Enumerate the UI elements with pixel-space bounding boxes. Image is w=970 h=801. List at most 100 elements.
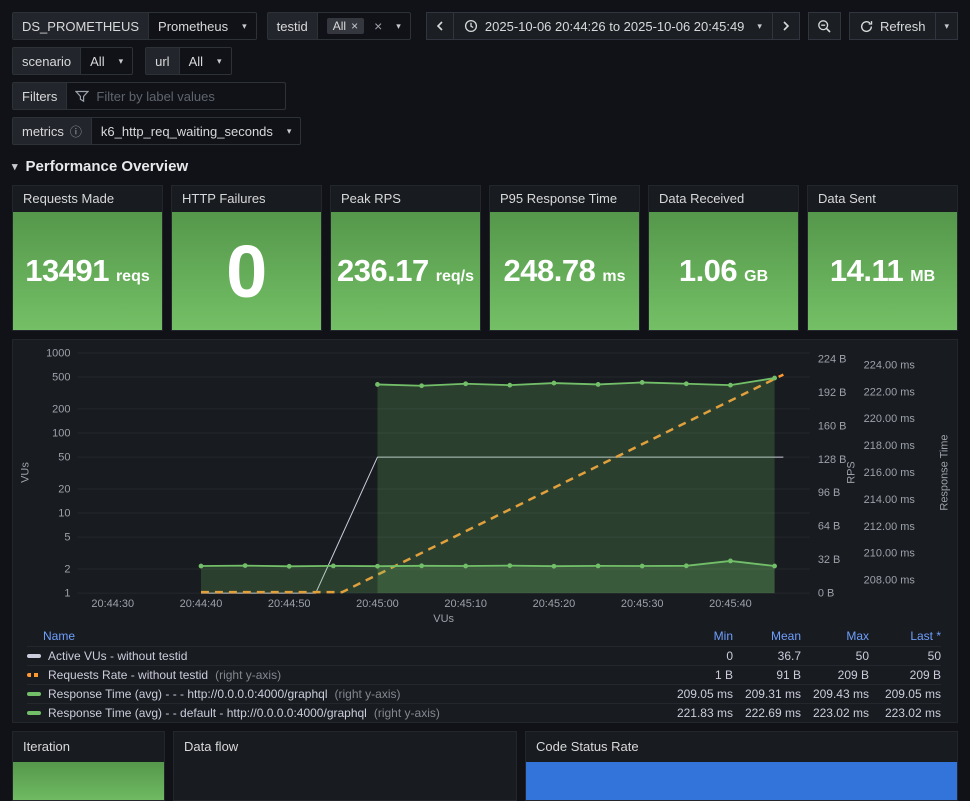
zoom-out-button[interactable] [807,12,841,40]
chevron-down-icon: ▾ [944,20,949,31]
metrics-label: metrics ⓘ [12,117,92,145]
legend-max: 209 B [837,668,869,682]
axis-tick-label: 20:45:10 [444,598,487,610]
axis-tick-label: 200 [52,403,70,415]
axis-tick-label: 128 B [818,454,847,466]
panel-title: Requests Made [23,191,115,206]
series-point [551,380,557,386]
legend-series-toggle[interactable]: Active VUs - without testid [27,649,669,663]
axis-tick-label: 192 B [818,387,847,399]
series-name: Response Time (avg) - - - http://0.0.0.0… [48,687,328,701]
datasource-select[interactable]: Prometheus ▾ [148,12,257,40]
section-performance-overview[interactable]: ▾ Performance Overview [12,155,958,177]
timeseries-chart[interactable]: 1000 500 200 100 50 20 10 5 2 1 224 B 192 B 160 B 128… [13,340,959,625]
axis-tick-label: 208.00 ms [864,575,916,587]
time-back-button[interactable] [425,12,454,40]
chevron-down-icon: ▾ [757,20,762,31]
panel-title: Peak RPS [341,191,401,206]
x-axis-label: VUs [433,613,454,625]
legend-last: 209.05 ms [884,687,941,701]
series-swatch-icon [27,692,41,696]
stat-unit: MB [910,268,936,285]
legend-min: 1 B [714,668,733,682]
time-range-picker[interactable]: 2025-10-06 20:44:26 to 2025-10-06 20:45:… [452,12,773,40]
variable-row-2: scenario All ▾ url All ▾ [12,47,958,75]
axis-tick-label: 5 [64,532,70,544]
filters-input[interactable] [96,88,278,104]
axis-tick-label: 214.00 ms [864,494,916,506]
panel-iteration: Iteration [12,731,165,801]
stat-body: 248.78 ms [490,212,639,330]
legend-mean: 91 B [776,668,801,682]
testid-chip-label: All [332,19,347,33]
zoom-out-icon [818,19,831,33]
axis-tick-label: 96 B [818,487,841,499]
legend-col-mean[interactable]: Mean [733,629,801,643]
stat-value: 13491 [25,253,109,288]
axis-tick-label: 500 [52,372,70,384]
stat-value: 236.17 [336,253,429,288]
filters-input-wrap [66,82,287,110]
stat-body: 1.06 GB [649,212,798,330]
legend-col-max[interactable]: Max [801,629,869,643]
series-point [683,381,689,387]
series-point [198,563,204,569]
url-value: All [188,53,204,69]
clock-icon [464,19,477,33]
series-line [377,377,775,387]
legend-series-toggle[interactable]: Requests Rate - without testid (right y-… [27,668,669,682]
series-name: Active VUs - without testid [48,649,188,663]
series-point [286,563,292,569]
time-range-cluster: 2025-10-06 20:44:26 to 2025-10-06 20:45:… [425,12,800,40]
remove-chip-icon[interactable]: × [351,19,358,33]
time-forward-button[interactable] [771,12,800,40]
stat-unit: GB [744,268,769,285]
axis-tick-label: 50 [58,452,70,464]
legend-col-name[interactable]: Name [27,629,669,643]
axis-tick-label: 218.00 ms [864,440,916,452]
filters-row: Filters [12,82,958,110]
stat-p95-response-time: P95 Response Time 248.78 ms [489,185,640,331]
stat-body: 0 [172,212,321,330]
time-range-text: 2025-10-06 20:44:26 to 2025-10-06 20:45:… [484,18,745,34]
scenario-select[interactable]: All ▾ [80,47,134,75]
axis-tick-label: 160 B [818,420,847,432]
stat-peak-rps: Peak RPS 236.17 req/s [330,185,481,331]
legend-series-toggle[interactable]: Response Time (avg) - - - http://0.0.0.0… [27,687,669,701]
legend-last: 223.02 ms [884,706,941,720]
axis-tick-label: 20:45:40 [709,598,752,610]
legend-row: Response Time (avg) - - default - http:/… [27,703,941,722]
metrics-label-text: metrics [22,123,64,139]
legend-max: 223.02 ms [812,706,869,720]
chevron-down-icon: ▾ [396,20,401,31]
info-icon: ⓘ [69,124,82,139]
testid-select[interactable]: All × × ▾ [316,12,411,40]
axis-tick-label: 20:45:00 [356,598,399,610]
metrics-select[interactable]: k6_http_req_waiting_seconds ▾ [90,117,302,145]
stat-http-failures: HTTP Failures 0 [171,185,322,331]
legend-max: 209.43 ms [812,687,869,701]
legend-row: Requests Rate - without testid (right y-… [27,665,941,684]
stat-body: 14.11 MB [808,212,957,330]
series-point [507,382,513,388]
datasource-value: Prometheus [158,18,229,34]
timeseries-panel: 1000 500 200 100 50 20 10 5 2 1 224 B 192 B 160 B 128… [12,339,958,723]
panel-title: Data flow [184,739,239,754]
refresh-interval-dropdown[interactable]: ▾ [935,12,958,40]
axis-tick-label: 212.00 ms [864,521,916,533]
legend-col-min[interactable]: Min [669,629,733,643]
url-picker: url All ▾ [145,47,232,75]
series-point [595,382,601,387]
axis-tick-label: 1 [64,588,70,600]
axis-tick-label: 20:44:40 [180,598,223,610]
stat-value: 1.06 [678,253,738,288]
legend-series-toggle[interactable]: Response Time (avg) - - default - http:/… [27,706,669,720]
testid-chip[interactable]: All × [326,18,365,34]
legend-min: 221.83 ms [676,706,733,720]
url-select[interactable]: All ▾ [178,47,232,75]
legend-col-last[interactable]: Last * [869,629,941,643]
clear-selection-icon[interactable]: × [374,18,382,34]
series-point [772,375,777,381]
refresh-button[interactable]: Refresh [848,12,937,40]
url-label: url [145,47,180,75]
